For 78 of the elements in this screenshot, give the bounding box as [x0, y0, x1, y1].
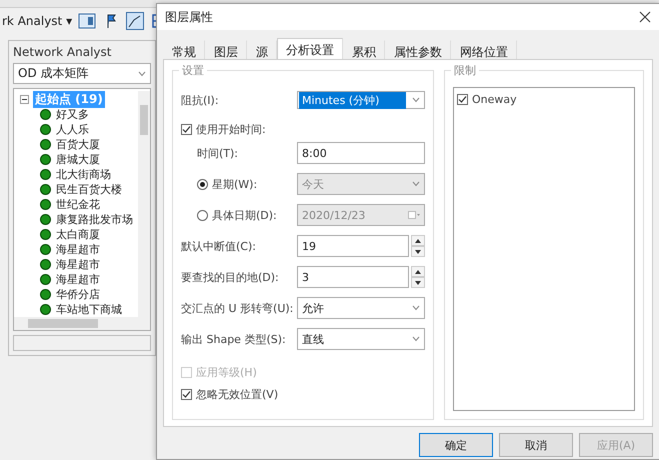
- tree-item[interactable]: 海星超市: [56, 257, 100, 272]
- tree-item[interactable]: 华侨分店: [56, 287, 100, 302]
- tree-item[interactable]: 康复路批发市场: [56, 212, 133, 227]
- field-label: 默认中断值(C):: [181, 238, 257, 254]
- point-icon: [40, 244, 51, 255]
- close-icon[interactable]: [639, 11, 651, 23]
- point-icon: [40, 139, 51, 150]
- field-label: 时间(T):: [197, 146, 240, 160]
- field-label: 输出 Shape 类型(S):: [181, 332, 287, 346]
- spin-up-button[interactable]: [411, 266, 425, 277]
- point-icon: [40, 184, 51, 195]
- panel-title: Network Analyst: [13, 45, 112, 59]
- checkbox-label: 应用等级(H): [196, 364, 258, 380]
- triangle-up-icon: [415, 238, 421, 242]
- group-title: 限制: [451, 63, 479, 78]
- point-icon: [40, 289, 51, 300]
- tree-item[interactable]: 百货大厦: [56, 137, 100, 152]
- route-icon[interactable]: [126, 12, 144, 30]
- chevron-down-icon: [412, 97, 420, 103]
- number-field[interactable]: 3: [297, 266, 409, 288]
- point-icon: [40, 124, 51, 135]
- spin-up-button[interactable]: [411, 235, 425, 246]
- horizontal-scrollbar[interactable]: [14, 317, 150, 330]
- point-icon: [40, 154, 51, 165]
- point-icon: [40, 259, 51, 270]
- field-label: 阻抗(I):: [181, 92, 220, 108]
- point-icon: [40, 214, 51, 225]
- checkbox[interactable]: [181, 388, 192, 400]
- chevron-down-icon: [412, 305, 420, 311]
- checkbox[interactable]: [457, 94, 468, 104]
- chevron-down-icon: [412, 336, 420, 342]
- tree-item[interactable]: 世纪金花: [56, 197, 100, 212]
- triangle-down-icon: [415, 250, 421, 254]
- dialog-button[interactable]: 确定: [419, 433, 493, 457]
- tree-item[interactable]: 好又多: [56, 107, 89, 122]
- radio-label: 具体日期(D):: [212, 208, 278, 222]
- point-icon: [40, 229, 51, 240]
- dialog-button[interactable]: 取消: [499, 433, 573, 457]
- tree-item[interactable]: 海星超市: [56, 242, 100, 257]
- time-field[interactable]: 8:00: [297, 142, 425, 164]
- calendar-icon: [408, 211, 420, 219]
- group-title: 设置: [179, 63, 207, 78]
- chevron-down-icon: [138, 70, 146, 76]
- collapse-icon[interactable]: [20, 94, 29, 104]
- checkbox[interactable]: [181, 124, 192, 134]
- spin-down-button[interactable]: [411, 277, 425, 288]
- impedance-select[interactable]: Minutes (分钟): [297, 91, 425, 109]
- tree-item[interactable]: 北大街商场: [56, 167, 111, 182]
- point-icon: [40, 304, 51, 315]
- radio-label: 星期(W):: [212, 176, 258, 192]
- field-label: 要查找的目的地(D):: [181, 270, 280, 284]
- triangle-up-icon: [415, 270, 421, 274]
- toolbar-title[interactable]: rk Analyst ▾: [2, 14, 72, 28]
- checkbox-label: 忽略无效位置(V): [196, 386, 280, 402]
- checkbox-label: 使用开始时间:: [196, 122, 267, 136]
- tab[interactable]: 分析设置: [277, 38, 343, 60]
- analysis-dropdown[interactable]: OD 成本矩阵: [13, 63, 151, 84]
- window-icon[interactable]: [78, 12, 96, 30]
- spin-down-button[interactable]: [411, 246, 425, 257]
- point-icon: [40, 274, 51, 285]
- select-field[interactable]: 直线: [297, 328, 425, 350]
- point-icon: [40, 169, 51, 180]
- point-icon: [40, 109, 51, 120]
- tree-item[interactable]: 人人乐: [56, 122, 89, 137]
- chevron-down-icon: [412, 181, 420, 187]
- tree-item[interactable]: 海星超市: [56, 272, 100, 287]
- checkbox-label: Oneway: [472, 92, 518, 106]
- tree-item[interactable]: 车站地下商城: [56, 302, 122, 317]
- number-field[interactable]: 19: [297, 235, 409, 257]
- triangle-down-icon: [415, 280, 421, 284]
- tree-item[interactable]: 唐城大厦: [56, 152, 100, 167]
- field-label: 交汇点的 U 形转弯(U):: [181, 300, 294, 316]
- point-icon: [40, 199, 51, 210]
- tree-item[interactable]: 太白商厦: [56, 227, 100, 242]
- window-title: 图层属性: [165, 8, 213, 26]
- vertical-scrollbar[interactable]: [138, 91, 150, 317]
- select-field[interactable]: 允许: [297, 297, 425, 319]
- tree-item[interactable]: 民生百货大楼: [56, 182, 122, 197]
